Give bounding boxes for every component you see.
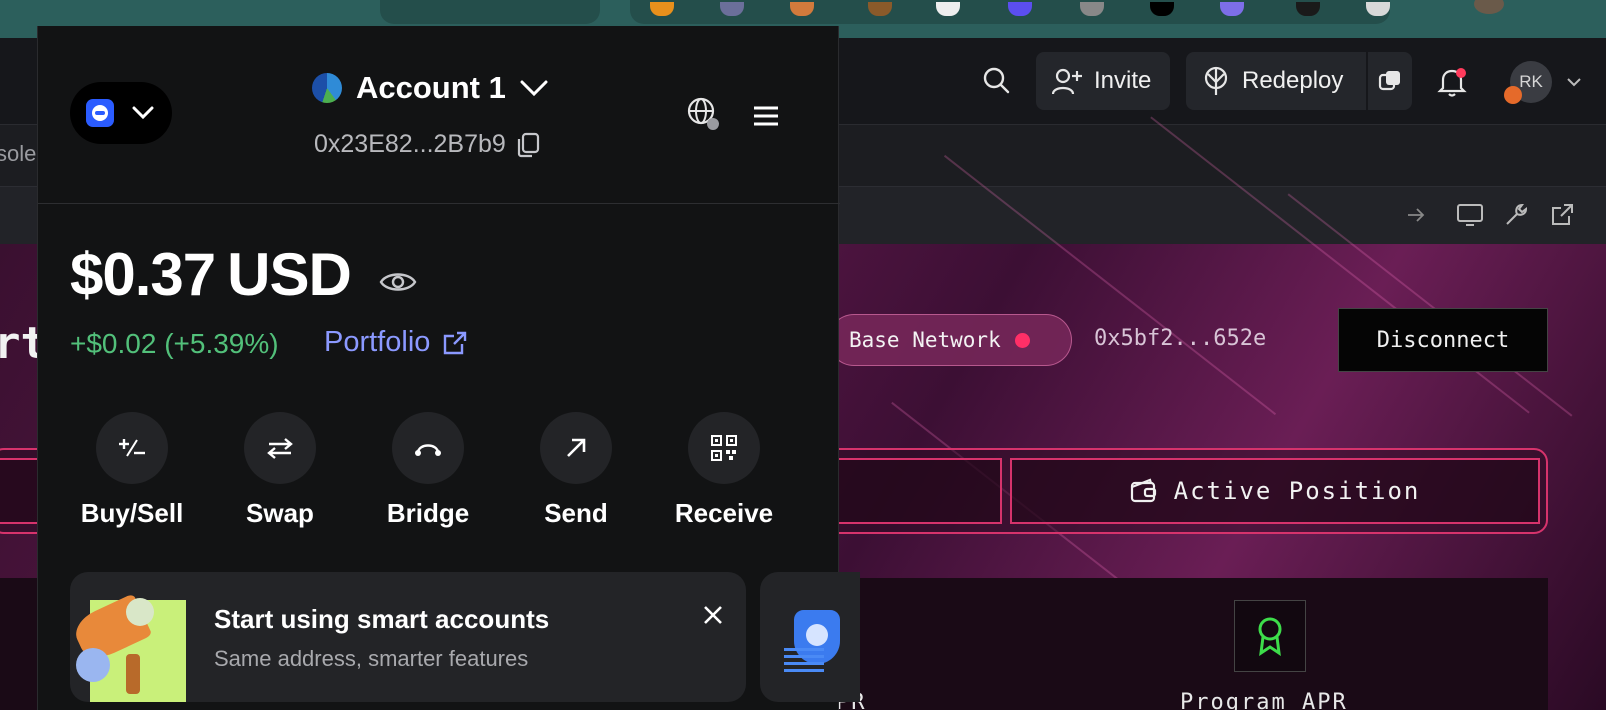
copy-stack-icon	[1378, 71, 1400, 91]
invite-label: Invite	[1094, 67, 1152, 94]
award-icon	[1234, 600, 1306, 672]
wallet-icon	[1130, 478, 1156, 503]
account-name: Account 1	[356, 70, 506, 105]
redeploy-button[interactable]: Redeploy	[1186, 52, 1366, 110]
wallet-popup: Account 1 0x23E82...2B7b9 $0.37 USD +$0.…	[37, 26, 860, 710]
balance-change: +$0.02 (+5.39%)	[70, 328, 279, 359]
avatar-initials: RK	[1519, 72, 1543, 91]
monitor-icon[interactable]	[1450, 195, 1490, 235]
account-address[interactable]: 0x23E82...2B7b9	[314, 130, 540, 159]
invite-button[interactable]: Invite	[1036, 52, 1170, 110]
account-selector[interactable]: Account 1	[312, 70, 548, 106]
chevron-down-icon	[520, 80, 548, 97]
bridge-label: Bridge	[386, 498, 470, 528]
network-status-dot	[1014, 332, 1030, 348]
stat-label-program-apr: Program APR	[1180, 690, 1348, 710]
balance-display: $0.37 USD	[70, 240, 417, 309]
redeploy-icon	[1204, 66, 1228, 95]
console-tab-label[interactable]: sole	[0, 141, 36, 167]
add-user-icon	[1052, 68, 1082, 95]
chevron-down-icon[interactable]	[1554, 62, 1594, 102]
plus-minus-icon	[96, 412, 168, 484]
portfolio-label: Portfolio	[324, 326, 431, 358]
buy-sell-button[interactable]: Buy/Sell	[72, 412, 192, 529]
megaphone-illustration-icon	[70, 592, 190, 702]
receive-button[interactable]: Receive	[664, 412, 784, 529]
swap-button[interactable]: Swap	[220, 412, 340, 529]
balance-amount: $0.37	[70, 241, 216, 308]
screen: Invite Redeploy RK sole rt Base Network …	[0, 0, 1606, 710]
bridge-icon	[392, 412, 464, 484]
swap-arrows-icon	[244, 412, 316, 484]
portfolio-link[interactable]: Portfolio	[324, 326, 468, 359]
smart-account-promo-card[interactable]: Start using smart accounts Same address,…	[70, 572, 746, 702]
address-bar-segment[interactable]	[380, 0, 600, 24]
account-avatar-icon	[312, 73, 342, 103]
promo-subtitle: Same address, smarter features	[214, 646, 529, 671]
external-link-icon	[444, 331, 467, 354]
disconnect-button[interactable]: Disconnect	[1338, 308, 1548, 372]
copy-icon	[517, 132, 539, 157]
profile-avatar-icon[interactable]	[1474, 0, 1504, 14]
tab-active-position[interactable]: Active Position	[1010, 458, 1540, 524]
balance-currency: USD	[227, 241, 352, 308]
qr-code-icon	[688, 412, 760, 484]
base-network-icon	[86, 99, 114, 127]
network-selector-button[interactable]	[70, 82, 172, 144]
network-badge[interactable]: Base Network	[828, 314, 1072, 366]
eye-icon[interactable]	[379, 269, 417, 295]
close-icon[interactable]	[698, 600, 728, 630]
header-divider	[38, 203, 840, 204]
redeploy-options-button[interactable]	[1368, 52, 1412, 110]
avatar-badge-icon	[1504, 86, 1522, 104]
search-icon[interactable]	[976, 60, 1016, 100]
chevron-down-icon	[132, 106, 154, 120]
external-link-icon[interactable]	[1542, 195, 1582, 235]
account-address-text: 0x23E82...2B7b9	[314, 130, 506, 158]
next-promo-card[interactable]	[760, 572, 860, 702]
arrow-up-right-icon	[540, 412, 612, 484]
swap-label: Swap	[246, 498, 314, 528]
connected-address: 0x5bf2...652e	[1094, 326, 1267, 351]
send-label: Send	[544, 498, 608, 528]
send-button[interactable]: Send	[516, 412, 636, 529]
buy-sell-label: Buy/Sell	[80, 498, 184, 528]
wrench-icon[interactable]	[1496, 195, 1536, 235]
bell-icon[interactable]	[1432, 62, 1472, 102]
bridge-button[interactable]: Bridge	[368, 412, 488, 529]
globe-icon[interactable]	[684, 94, 724, 134]
arrow-right-icon[interactable]	[1396, 195, 1436, 235]
tab-active-label: Active Position	[1173, 477, 1421, 505]
receive-label: Receive	[674, 498, 774, 528]
promo-title: Start using smart accounts	[214, 604, 550, 634]
network-label: Base Network	[849, 328, 1001, 352]
hamburger-menu-icon[interactable]	[746, 96, 786, 136]
redeploy-label: Redeploy	[1242, 67, 1344, 94]
